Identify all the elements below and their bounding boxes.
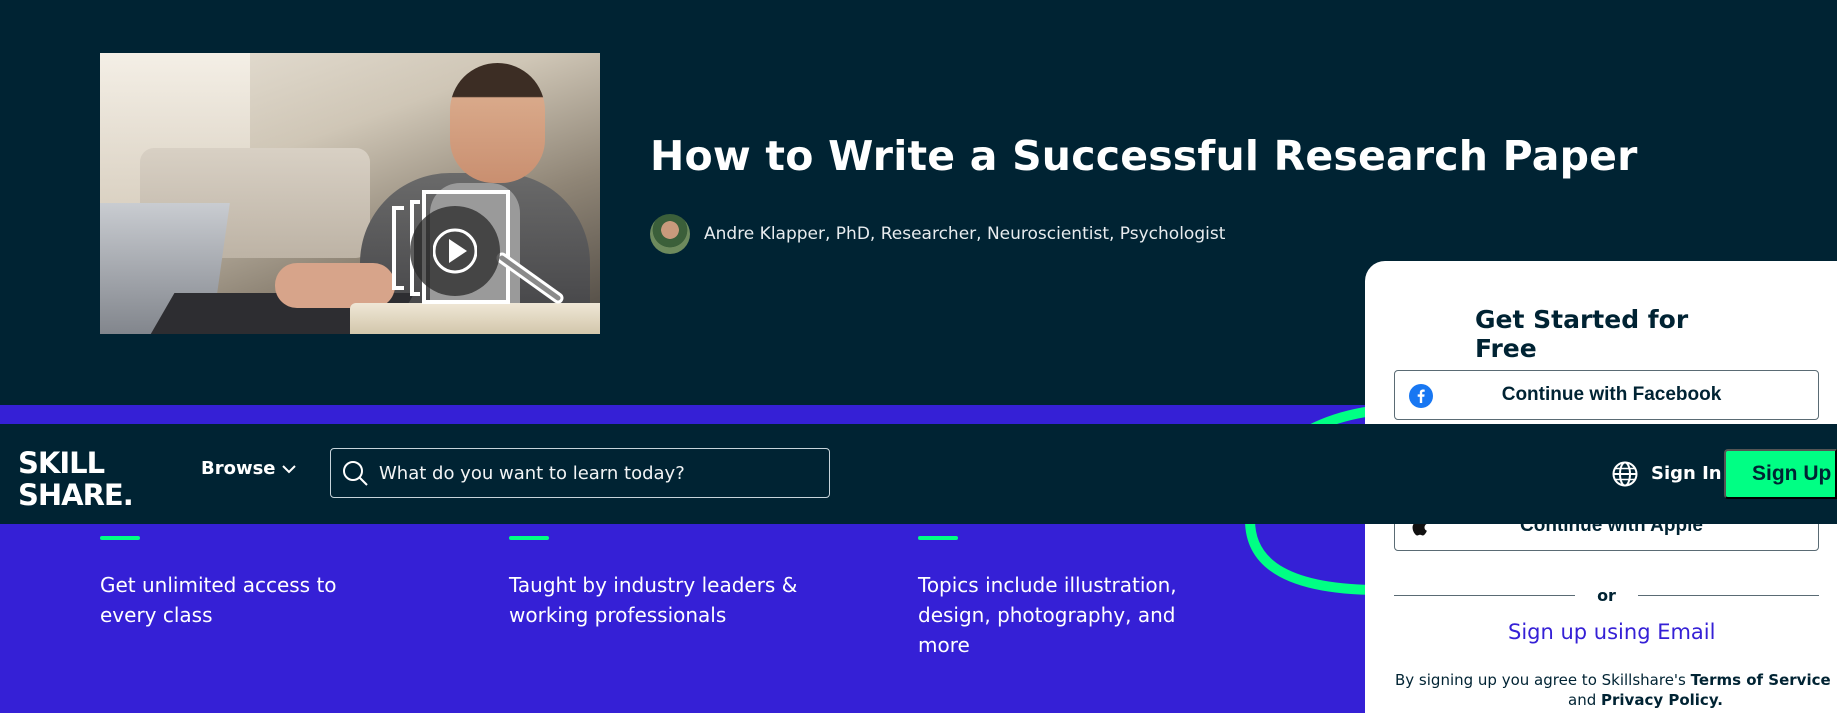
search-input[interactable]: [379, 462, 819, 484]
chevron-down-icon: [281, 464, 296, 473]
continue-with-facebook-button[interactable]: Continue with Facebook: [1394, 370, 1819, 420]
browse-menu[interactable]: Browse: [201, 458, 296, 479]
search-icon: [343, 461, 368, 486]
author-avatar: [650, 214, 690, 254]
feature-text: Taught by industry leaders & working pro…: [509, 573, 798, 627]
globe-icon[interactable]: [1612, 461, 1638, 487]
terms-notice: By signing up you agree to Skillshare's …: [1365, 670, 1837, 710]
divider-line: [1637, 595, 1820, 596]
feature-accent-bar: [100, 536, 140, 540]
feature-unlimited-access: Get unlimited access to every class: [100, 536, 390, 630]
facebook-button-label: Continue with Facebook: [1501, 384, 1722, 405]
search-bar[interactable]: [330, 448, 830, 498]
sign-up-button[interactable]: Sign Up: [1724, 449, 1837, 499]
author-name: Andre Klapper, PhD, Researcher, Neurosci…: [704, 224, 1226, 244]
terms-prefix: By signing up you agree to Skillshare's: [1395, 671, 1686, 689]
course-title: How to Write a Successful Research Paper: [650, 132, 1638, 180]
feature-topics: Topics include illustration, design, pho…: [918, 536, 1208, 660]
skillshare-logo[interactable]: SKILL SHARE.: [18, 443, 153, 512]
play-icon: [433, 228, 477, 274]
feature-accent-bar: [509, 536, 549, 540]
course-video-thumbnail[interactable]: [100, 53, 600, 334]
course-author[interactable]: Andre Klapper, PhD, Researcher, Neurosci…: [650, 214, 1225, 254]
top-nav: SKILL SHARE. Browse Sign In Sign Up: [0, 424, 1837, 524]
or-divider: or: [1394, 586, 1820, 605]
thumbnail-head: [450, 63, 545, 183]
feature-accent-bar: [918, 536, 958, 540]
logo-line-2: SHARE.: [18, 478, 133, 507]
or-label: or: [1597, 586, 1616, 605]
feature-industry-leaders: Taught by industry leaders & working pro…: [509, 536, 799, 630]
thumbnail-hand: [275, 263, 395, 308]
terms-of-service-link[interactable]: Terms of Service: [1691, 671, 1831, 689]
terms-row-2: and Privacy Policy.: [1395, 690, 1835, 710]
terms-and: and: [1568, 691, 1597, 709]
divider-line: [1394, 595, 1576, 596]
signup-card-title: Get Started for Free: [1475, 305, 1689, 363]
signup-email-link[interactable]: Sign up using Email: [1365, 620, 1837, 644]
browse-label: Browse: [201, 458, 276, 479]
logo-line-1: SKILL: [18, 446, 105, 480]
sign-in-link[interactable]: Sign In: [1651, 463, 1722, 484]
facebook-icon: [1409, 384, 1433, 414]
play-button[interactable]: [410, 206, 500, 296]
feature-text: Topics include illustration, design, pho…: [918, 573, 1177, 657]
feature-text: Get unlimited access to every class: [100, 573, 337, 627]
privacy-policy-link[interactable]: Privacy Policy.: [1601, 691, 1723, 709]
